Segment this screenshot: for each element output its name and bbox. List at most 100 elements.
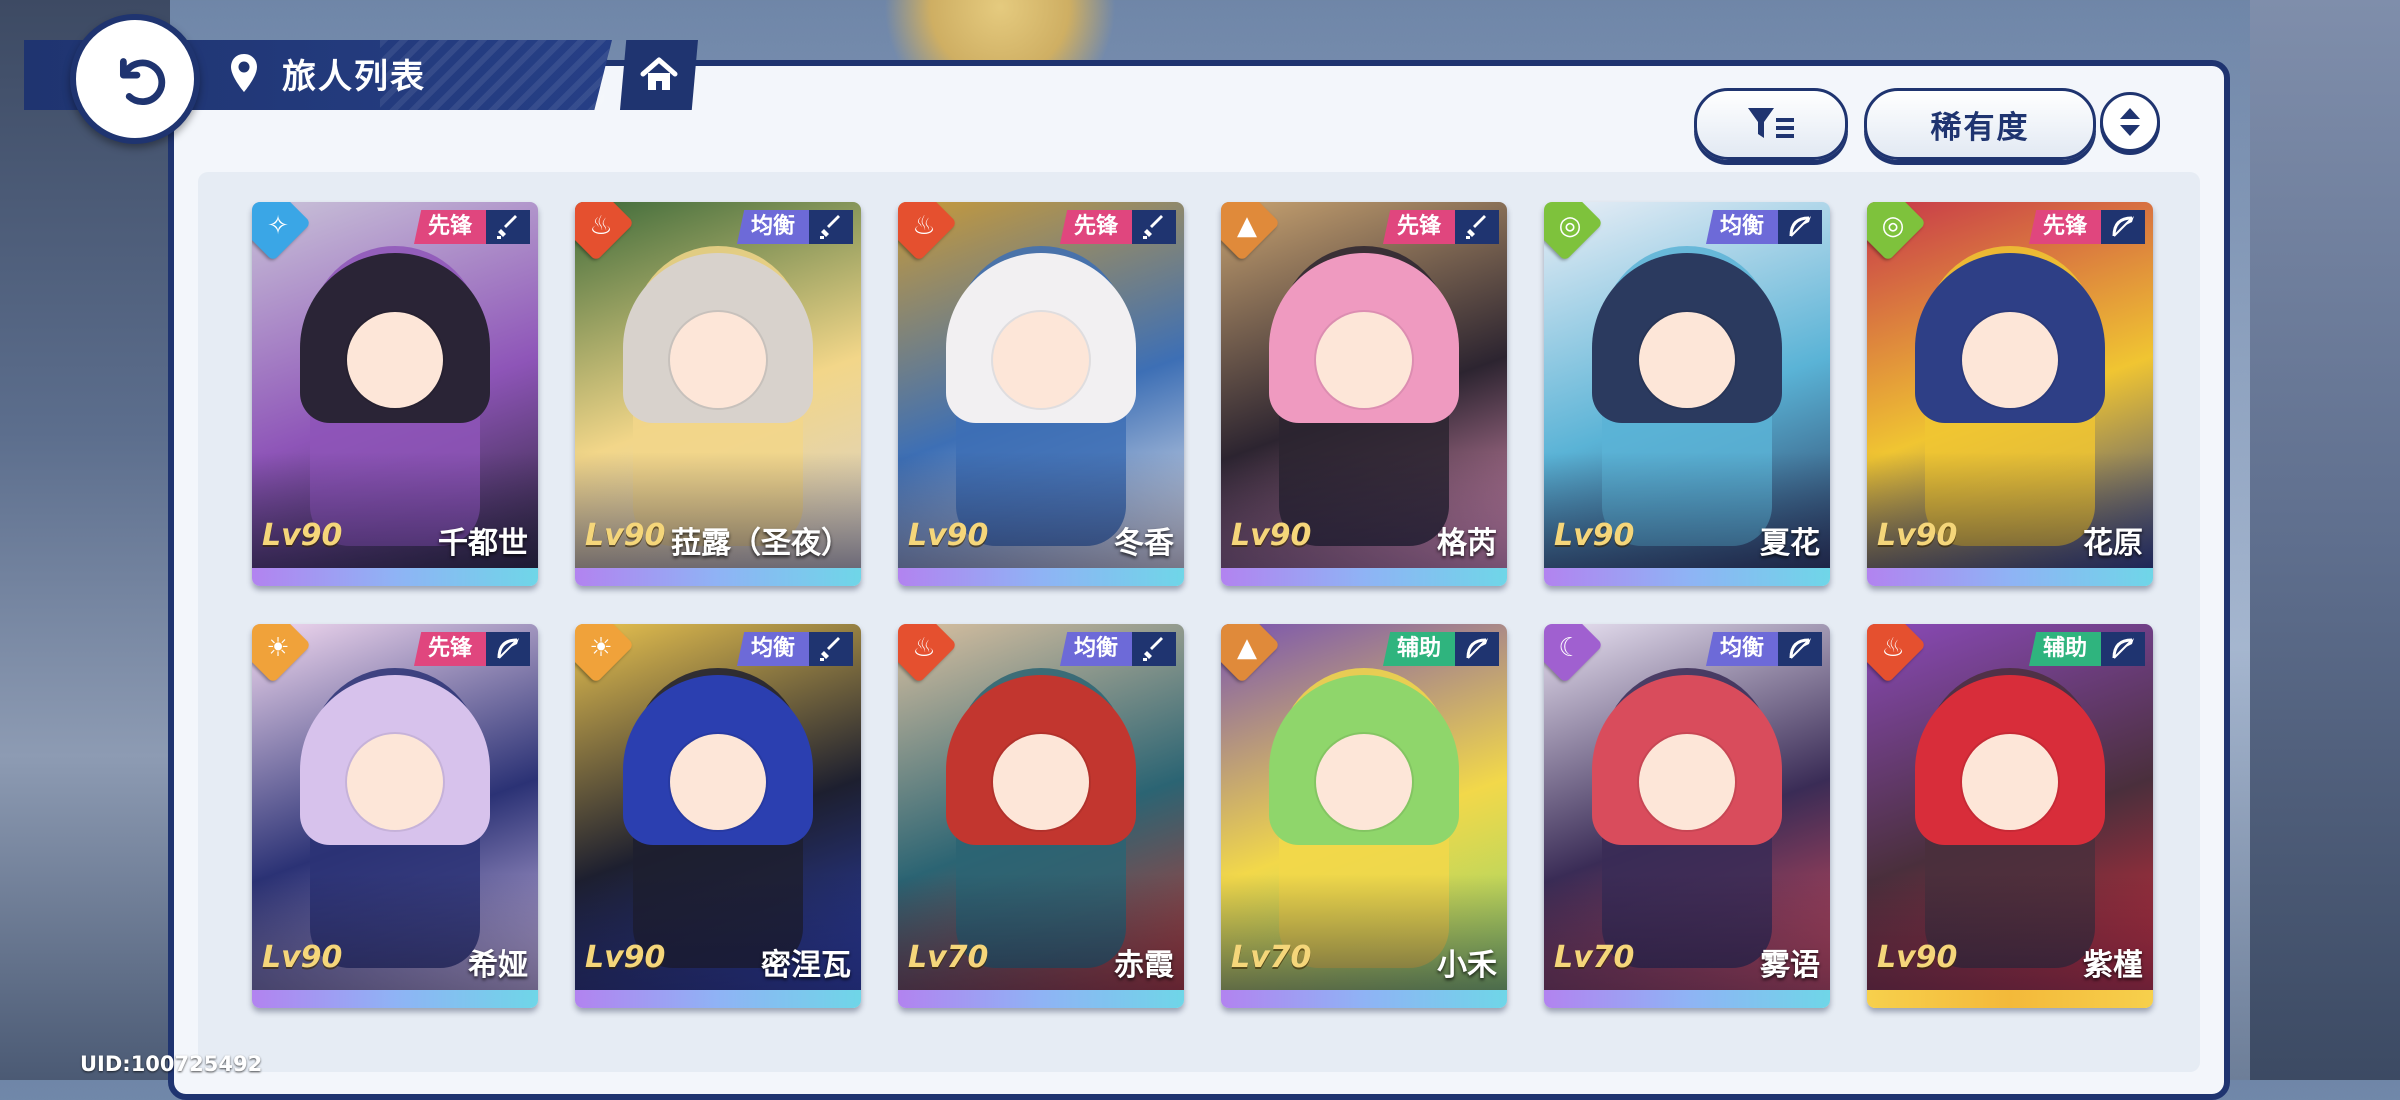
element-glyph: ◎ — [1558, 211, 1582, 241]
rarity-bar — [898, 990, 1184, 1008]
user-id: UID:100725492 — [80, 1052, 263, 1076]
rarity-bar — [1867, 990, 2153, 1008]
rarity-bar — [1544, 990, 1830, 1008]
character-face — [1639, 733, 1735, 830]
character-face — [1316, 733, 1412, 830]
weapon-sword-icon — [809, 632, 853, 666]
character-card[interactable]: ♨ 均衡 Lv70 赤霞 — [898, 624, 1184, 1008]
character-name: 密涅瓦 — [761, 948, 851, 983]
character-face — [1316, 311, 1412, 408]
character-name: 希娅 — [468, 948, 528, 983]
character-face — [993, 733, 1089, 830]
character-level: Lv70 — [908, 940, 989, 975]
character-card[interactable]: ♨ 均衡 Lv90 菈露（圣夜） — [575, 202, 861, 586]
character-name: 千都世 — [438, 526, 528, 561]
element-glyph: ♨ — [912, 633, 936, 663]
weapon-sword-icon — [809, 210, 853, 244]
character-face — [1962, 311, 2058, 408]
weapon-sword-icon — [1455, 210, 1499, 244]
character-card[interactable]: ☀ 均衡 Lv90 密涅瓦 — [575, 624, 861, 1008]
role-tag: 先锋 — [1382, 210, 1455, 244]
character-card[interactable]: ◎ 先锋 Lv90 花原 — [1867, 202, 2153, 586]
character-level: Lv90 — [262, 518, 343, 553]
element-glyph: ☾ — [1558, 633, 1582, 663]
rarity-bar — [1544, 568, 1830, 586]
role-tag: 均衡 — [736, 210, 809, 244]
filter-icon — [1748, 108, 1794, 138]
rarity-bar — [1867, 568, 2153, 586]
element-glyph: ◎ — [1881, 211, 1905, 241]
character-face — [1639, 311, 1735, 408]
character-face — [1962, 733, 2058, 830]
location-pin-icon — [231, 54, 257, 92]
character-face — [993, 311, 1089, 408]
element-glyph: ♨ — [589, 211, 613, 241]
element-glyph: ▲ — [1237, 633, 1257, 663]
weapon-sword-icon — [486, 210, 530, 244]
role-tag: 先锋 — [413, 210, 486, 244]
character-name: 赤霞 — [1114, 948, 1174, 983]
character-card[interactable]: ▲ 先锋 Lv90 格芮 — [1221, 202, 1507, 586]
rarity-bar — [1221, 990, 1507, 1008]
rarity-bar — [575, 568, 861, 586]
role-tag: 均衡 — [1059, 632, 1132, 666]
element-glyph: ▲ — [1237, 211, 1257, 241]
character-card[interactable]: ♨ 辅助 Lv90 紫槿 — [1867, 624, 2153, 1008]
weapon-bow-icon — [1455, 632, 1499, 666]
page-title: 旅人列表 — [282, 57, 426, 97]
role-tag: 辅助 — [2028, 632, 2101, 666]
sort-rarity-button[interactable]: 稀有度 — [1864, 88, 2096, 160]
character-card[interactable]: ☀ 先锋 Lv90 希娅 — [252, 624, 538, 1008]
weapon-bow-icon — [2101, 210, 2145, 244]
home-button[interactable] — [620, 40, 698, 110]
character-name: 格芮 — [1437, 526, 1497, 561]
weapon-bow-icon — [1778, 210, 1822, 244]
role-tag: 先锋 — [2028, 210, 2101, 244]
character-card[interactable]: ♨ 先锋 Lv90 冬香 — [898, 202, 1184, 586]
character-card[interactable]: ☾ 均衡 Lv70 雾语 — [1544, 624, 1830, 1008]
weapon-bow-icon — [486, 632, 530, 666]
character-name: 菈露（圣夜） — [671, 526, 851, 561]
weapon-bow-icon — [1778, 632, 1822, 666]
character-face — [670, 733, 766, 830]
rarity-bar — [575, 990, 861, 1008]
character-card[interactable]: ◎ 均衡 Lv90 夏花 — [1544, 202, 1830, 586]
role-tag: 先锋 — [1059, 210, 1132, 244]
character-level: Lv90 — [585, 518, 666, 553]
weapon-sword-icon — [1132, 632, 1176, 666]
background-left-window — [0, 0, 170, 1080]
background-right-wall — [2250, 0, 2400, 1080]
character-level: Lv90 — [1554, 518, 1635, 553]
role-tag: 均衡 — [1705, 210, 1778, 244]
character-name: 小禾 — [1437, 948, 1497, 983]
character-name: 紫槿 — [2083, 948, 2143, 983]
character-face — [670, 311, 766, 408]
sort-order-icon — [2120, 108, 2140, 136]
element-glyph: ♨ — [912, 211, 936, 241]
character-level: Lv90 — [1877, 518, 1958, 553]
role-tag: 先锋 — [413, 632, 486, 666]
character-level: Lv90 — [262, 940, 343, 975]
role-tag: 均衡 — [1705, 632, 1778, 666]
weapon-bow-icon — [2101, 632, 2145, 666]
element-glyph: ☀ — [266, 633, 290, 663]
character-level: Lv70 — [1231, 940, 1312, 975]
character-name: 冬香 — [1114, 526, 1174, 561]
home-icon — [640, 57, 678, 90]
character-level: Lv90 — [908, 518, 989, 553]
rarity-bar — [252, 568, 538, 586]
back-button[interactable] — [70, 14, 200, 144]
character-face — [347, 311, 443, 408]
element-glyph: ✧ — [267, 211, 289, 241]
element-glyph: ♨ — [1881, 633, 1905, 663]
character-face — [347, 733, 443, 830]
role-tag: 辅助 — [1382, 632, 1455, 666]
weapon-sword-icon — [1132, 210, 1176, 244]
filter-button[interactable] — [1694, 88, 1848, 160]
back-arrow-icon — [119, 58, 166, 106]
element-glyph: ☀ — [589, 633, 613, 663]
rarity-bar — [1221, 568, 1507, 586]
sort-order-toggle[interactable] — [2100, 92, 2160, 152]
character-card[interactable]: ▲ 辅助 Lv70 小禾 — [1221, 624, 1507, 1008]
character-card[interactable]: ✧ 先锋 Lv90 千都世 — [252, 202, 538, 586]
